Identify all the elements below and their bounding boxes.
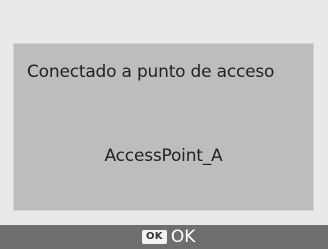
ok-button[interactable]: OK OK — [142, 227, 195, 247]
ok-label: OK — [170, 227, 196, 247]
dialog-title: Conectado a punto de acceso — [27, 62, 275, 82]
top-band — [0, 0, 328, 43]
ok-key-icon: OK — [142, 230, 167, 244]
footer-bar: OK OK — [0, 225, 328, 249]
access-point-name: AccessPoint_A — [104, 146, 223, 166]
connection-dialog: Conectado a punto de acceso AccessPoint_… — [13, 43, 314, 211]
